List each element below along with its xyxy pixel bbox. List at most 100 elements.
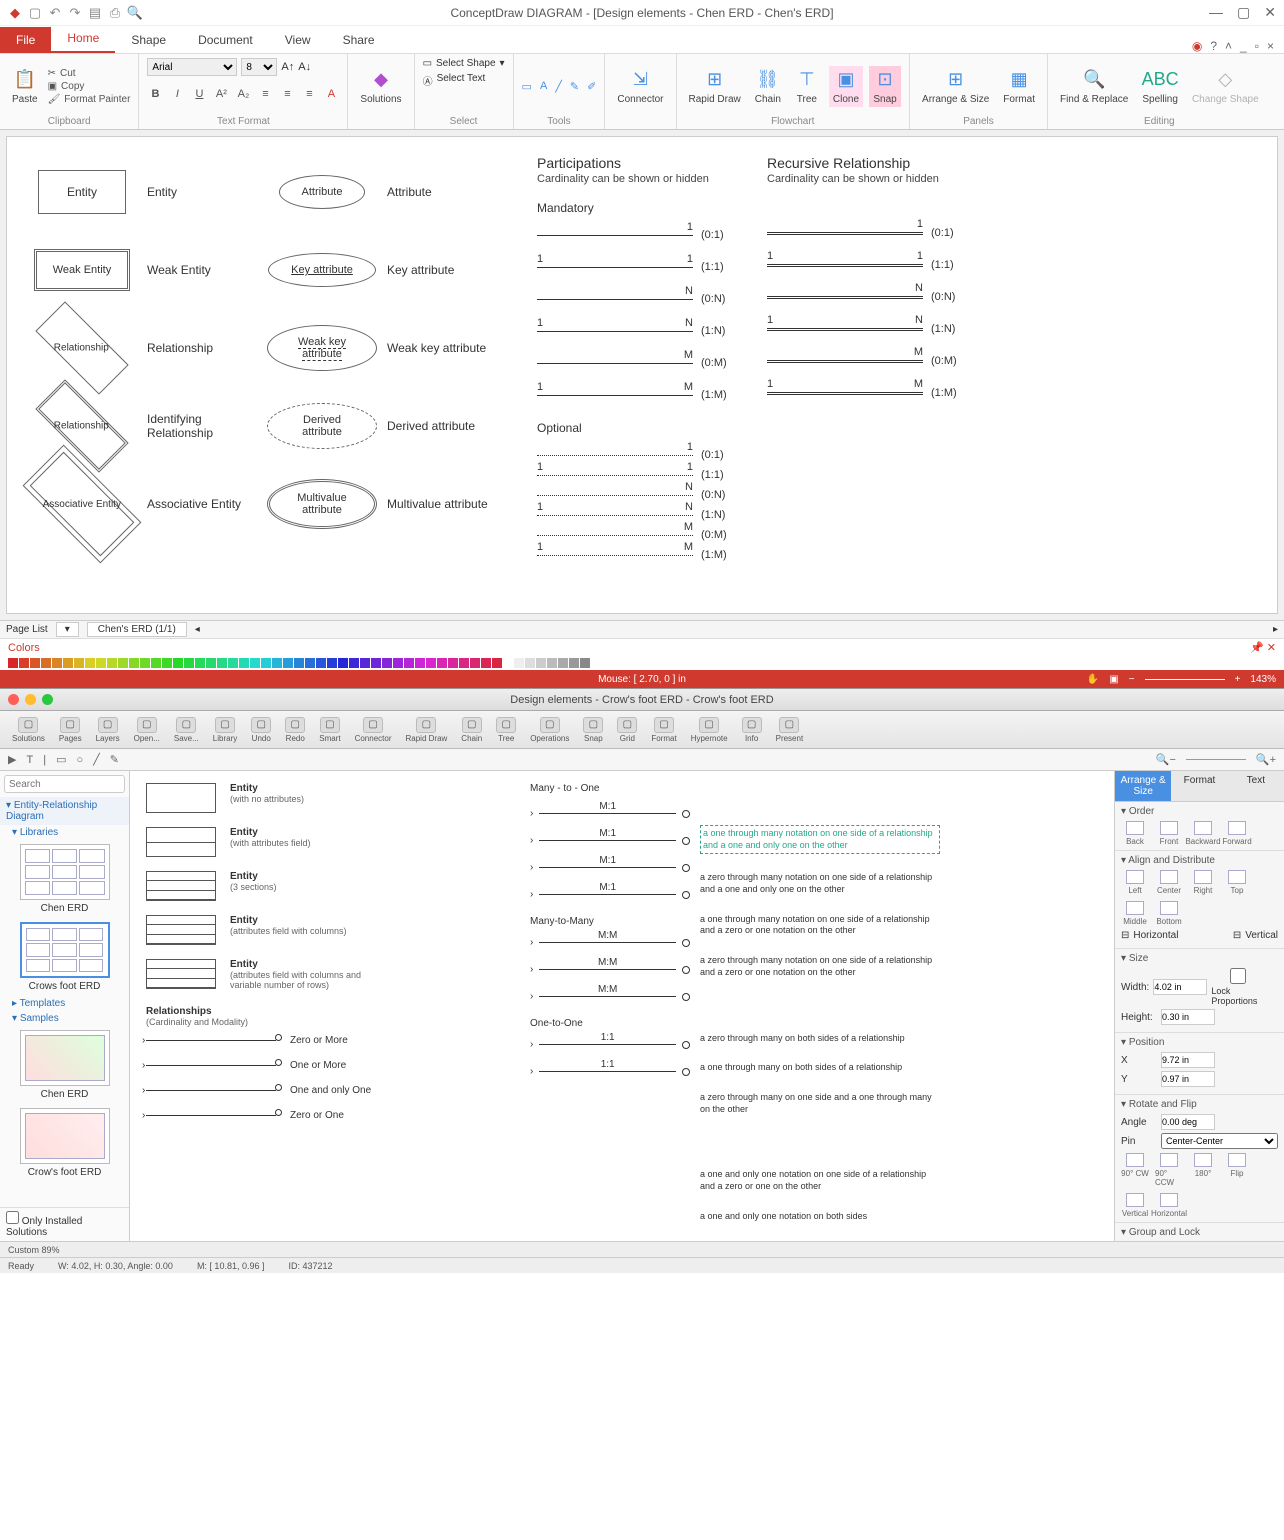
relationship-notation[interactable]: ›Zero or One bbox=[146, 1110, 1098, 1121]
horizontal-button[interactable]: Horizontal bbox=[1155, 1193, 1183, 1218]
cut-button[interactable]: ✂Cut bbox=[48, 68, 131, 79]
color-swatch[interactable] bbox=[316, 658, 326, 668]
color-swatch[interactable] bbox=[173, 658, 183, 668]
home-tab[interactable]: Home bbox=[51, 25, 115, 53]
rapid-draw-button[interactable]: ▢Rapid Draw bbox=[400, 715, 454, 745]
text-tool-icon[interactable]: A bbox=[540, 80, 547, 92]
close-panel-icon[interactable]: ✕ bbox=[1267, 642, 1276, 654]
color-swatch[interactable] bbox=[195, 658, 205, 668]
zoom-in-icon[interactable]: + bbox=[1235, 674, 1241, 685]
mac-minimize-icon[interactable] bbox=[25, 694, 36, 705]
copy-button[interactable]: ▣Copy bbox=[48, 81, 131, 92]
color-swatch[interactable] bbox=[393, 658, 403, 668]
print-icon[interactable]: ⎙ bbox=[108, 6, 122, 20]
color-swatch[interactable] bbox=[503, 658, 513, 668]
arrange-button[interactable]: ⊞Arrange & Size bbox=[918, 66, 993, 107]
relationship-line[interactable]: ›M:1 bbox=[530, 835, 690, 846]
rapid-draw-button[interactable]: ⊞Rapid Draw bbox=[685, 66, 745, 107]
page-list-dropdown[interactable]: ▾ bbox=[56, 622, 79, 637]
document-tab[interactable]: Document bbox=[182, 27, 269, 53]
color-swatch[interactable] bbox=[239, 658, 249, 668]
cardinality-line[interactable]: 1M(1:M) bbox=[767, 387, 967, 399]
hand-icon[interactable]: ✋ bbox=[1087, 674, 1099, 685]
angle-input[interactable] bbox=[1161, 1114, 1215, 1130]
close-icon[interactable]: ✕ bbox=[1264, 4, 1276, 21]
libraries-node[interactable]: ▾ Libraries bbox=[0, 825, 129, 840]
entity-shape[interactable]: Entity bbox=[38, 170, 126, 214]
relationship-line[interactable]: ›M:1 bbox=[530, 862, 690, 873]
text-tool-icon[interactable]: T bbox=[26, 754, 33, 766]
zoom-icon[interactable]: 🔍 bbox=[128, 6, 142, 20]
height-input[interactable] bbox=[1161, 1009, 1215, 1025]
cardinality-line[interactable]: M(0:M) bbox=[767, 355, 967, 367]
select-shape-button[interactable]: ▭Select Shape ▾ bbox=[423, 58, 505, 69]
format-button[interactable]: ▢Format bbox=[645, 715, 682, 745]
color-swatch[interactable] bbox=[74, 658, 84, 668]
pages-button[interactable]: ▢Pages bbox=[53, 715, 88, 745]
color-swatch[interactable] bbox=[30, 658, 40, 668]
info-button[interactable]: ▢Info bbox=[736, 715, 768, 745]
cardinality-line[interactable]: 11(1:1) bbox=[767, 259, 967, 271]
clone-button[interactable]: ▣Clone bbox=[829, 66, 863, 107]
color-swatch[interactable] bbox=[448, 658, 458, 668]
color-swatch[interactable] bbox=[404, 658, 414, 668]
subscript-button[interactable]: A₂ bbox=[235, 86, 251, 102]
middle-button[interactable]: Middle bbox=[1121, 901, 1149, 926]
minimize-icon[interactable]: — bbox=[1209, 4, 1223, 21]
cardinality-line[interactable]: 1N(1:N) bbox=[537, 509, 737, 521]
operations-button[interactable]: ▢Operations bbox=[524, 715, 575, 745]
90-ccw-button[interactable]: 90° CCW bbox=[1155, 1153, 1183, 1187]
attribute-shape[interactable]: Attribute bbox=[279, 175, 366, 209]
color-swatch[interactable] bbox=[558, 658, 568, 668]
snap-button[interactable]: ▢Snap bbox=[577, 715, 609, 745]
max2-icon[interactable]: ▫ bbox=[1255, 39, 1259, 53]
spelling-button[interactable]: ABCSpelling bbox=[1138, 66, 1182, 107]
find-button[interactable]: 🔍Find & Replace bbox=[1056, 66, 1132, 107]
relationship-line[interactable]: ›1:1 bbox=[530, 1039, 690, 1050]
open--button[interactable]: ▢Open... bbox=[128, 715, 166, 745]
select-text-button[interactable]: ⒶSelect Text bbox=[423, 73, 486, 88]
underline-button[interactable]: U bbox=[191, 86, 207, 102]
cardinality-line[interactable]: 11(1:1) bbox=[537, 469, 737, 481]
zoom-level[interactable]: 143% bbox=[1250, 674, 1276, 685]
color-swatch[interactable] bbox=[514, 658, 524, 668]
lock-proportions-checkbox[interactable] bbox=[1211, 968, 1265, 984]
fit-icon[interactable]: ▣ bbox=[1109, 674, 1118, 685]
color-swatch[interactable] bbox=[140, 658, 150, 668]
cardinality-line[interactable]: N(0:N) bbox=[537, 293, 737, 305]
key-attribute-shape[interactable]: Key attribute bbox=[268, 253, 376, 287]
color-swatch[interactable] bbox=[305, 658, 315, 668]
page-list-label[interactable]: Page List bbox=[6, 624, 48, 635]
cardinality-line[interactable]: 1(0:1) bbox=[767, 227, 967, 239]
color-swatch[interactable] bbox=[8, 658, 18, 668]
weak-key-attribute-shape[interactable]: Weak key attribute bbox=[267, 325, 377, 371]
page-name-tab[interactable]: Chen's ERD (1/1) bbox=[87, 622, 187, 637]
arrange-tab[interactable]: Arrange & Size bbox=[1115, 771, 1171, 802]
share-tab[interactable]: Share bbox=[327, 27, 391, 53]
tree-button[interactable]: ▢Tree bbox=[490, 715, 522, 745]
color-swatch[interactable] bbox=[206, 658, 216, 668]
templates-node[interactable]: ▸ Templates bbox=[0, 996, 129, 1011]
90-cw-button[interactable]: 90° CW bbox=[1121, 1153, 1149, 1187]
help-icon[interactable]: ? bbox=[1210, 39, 1217, 53]
format-painter-button[interactable]: 🖌Format Painter bbox=[48, 94, 131, 105]
flip-button[interactable]: Flip bbox=[1223, 1153, 1251, 1187]
cardinality-line[interactable]: 1(0:1) bbox=[537, 449, 737, 461]
color-swatch[interactable] bbox=[437, 658, 447, 668]
color-swatch[interactable] bbox=[107, 658, 117, 668]
cardinality-line[interactable]: M(0:M) bbox=[537, 529, 737, 541]
present-button[interactable]: ▢Present bbox=[770, 715, 810, 745]
pen-icon[interactable]: ✎ bbox=[110, 753, 119, 766]
identifying-relationship-shape[interactable]: Relationship bbox=[35, 379, 128, 472]
color-swatch[interactable] bbox=[283, 658, 293, 668]
zoom-slider[interactable] bbox=[1145, 679, 1225, 680]
rect-icon[interactable]: ▭ bbox=[56, 753, 66, 766]
page-nav-left-icon[interactable]: ◂ bbox=[195, 624, 200, 635]
bold-button[interactable]: B bbox=[147, 86, 163, 102]
undo-button[interactable]: ▢Undo bbox=[245, 715, 277, 745]
color-swatch[interactable] bbox=[151, 658, 161, 668]
zoom-in-icon[interactable]: 🔍+ bbox=[1256, 753, 1276, 766]
color-swatch[interactable] bbox=[327, 658, 337, 668]
forward-button[interactable]: Forward bbox=[1223, 821, 1251, 846]
format-button[interactable]: ▦Format bbox=[999, 66, 1039, 107]
